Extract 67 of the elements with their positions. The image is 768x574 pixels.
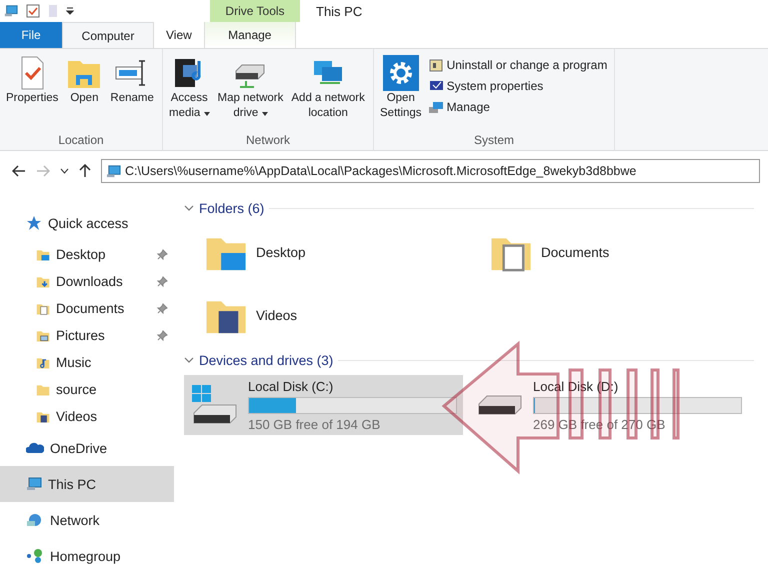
- sidebar-item[interactable]: Videos: [0, 403, 174, 430]
- folder-icon: [36, 410, 50, 424]
- ribbon-tab[interactable]: Manage: [204, 22, 296, 48]
- folder-item[interactable]: Documents: [469, 221, 754, 284]
- cloud-icon: [26, 442, 44, 454]
- settings-icon: [382, 55, 419, 91]
- back-arrow-icon[interactable]: [12, 165, 26, 177]
- group-label: Network: [244, 132, 291, 149]
- chevron-icon[interactable]: [60, 168, 69, 174]
- group-label: System: [472, 132, 515, 149]
- drive-tools-label: Drive Tools: [210, 0, 300, 22]
- sidebar-item[interactable]: Downloads: [0, 268, 174, 295]
- ribbon-button[interactable]: Map network drive: [216, 53, 286, 130]
- sidebar-item[interactable]: Music: [0, 349, 174, 376]
- drive-name: Local Disk (D:): [533, 378, 620, 394]
- ribbon-button[interactable]: Access media: [167, 53, 212, 130]
- pin-icon[interactable]: [157, 276, 168, 287]
- up-arrow-icon[interactable]: [79, 164, 91, 178]
- sidebar-item[interactable]: This PC: [0, 466, 174, 502]
- dropdown-icon[interactable]: [66, 7, 74, 15]
- sidebar-item[interactable]: Network: [0, 502, 174, 538]
- address-field[interactable]: C:\Users\%username%\AppData\Local\Packages\Microsoft.MicrosoftEdge_8wekyb3d8bbwe: [101, 159, 760, 183]
- caret-icon: [262, 112, 268, 116]
- folder-icon: [36, 356, 50, 370]
- pin-icon[interactable]: [157, 330, 168, 341]
- ribbon-button[interactable]: Rename: [108, 53, 156, 130]
- section-heading[interactable]: Devices and drives (3): [199, 352, 334, 368]
- checkbox-icon[interactable]: [26, 4, 40, 18]
- ribbon-tab[interactable]: View: [154, 22, 204, 48]
- program-box-icon: [428, 57, 444, 73]
- drive-name: Local Disk (C:): [248, 378, 334, 394]
- ribbon-button[interactable]: Properties: [4, 53, 60, 130]
- folder-icon: [36, 274, 50, 288]
- computer-icon: [4, 4, 18, 18]
- ribbon-tab[interactable]: File: [0, 22, 62, 48]
- caret-icon: [204, 112, 210, 116]
- section-heading[interactable]: Folders (6): [199, 200, 264, 216]
- network-icon: [26, 512, 44, 528]
- ribbon-tab[interactable]: Computer: [62, 22, 154, 48]
- folder-item[interactable]: Desktop: [184, 221, 469, 284]
- drive-tile[interactable]: Local Disk (C:) 150 GB free of 194 GB: [184, 375, 463, 435]
- star-icon: [26, 215, 42, 231]
- window-title: This PC: [315, 2, 362, 20]
- ribbon-button[interactable]: Manage: [428, 99, 608, 115]
- computer-icon: [26, 476, 42, 492]
- folder-item[interactable]: Videos: [184, 284, 469, 347]
- sidebar-item[interactable]: source: [0, 376, 174, 403]
- ribbon-button[interactable]: Uninstall or change a program: [428, 57, 608, 73]
- folder-icon: [36, 302, 50, 316]
- ribbon-button[interactable]: Add a network location: [289, 53, 367, 130]
- ribbon-button[interactable]: System properties: [428, 78, 608, 94]
- ribbon-button[interactable]: Open Settings: [378, 53, 424, 130]
- sidebar-item[interactable]: Pictures: [0, 322, 174, 349]
- ribbon-button[interactable]: Open: [64, 53, 104, 130]
- sidebar-item[interactable]: Documents: [0, 295, 174, 322]
- free-space-text: 150 GB free of 194 GB: [248, 416, 382, 432]
- sidebar-item[interactable]: OneDrive: [0, 430, 174, 466]
- sidebar-item[interactable]: Desktop: [0, 241, 174, 268]
- computer-icon: [106, 164, 121, 178]
- sidebar-item[interactable]: Quick access: [0, 205, 174, 241]
- sidebar-item[interactable]: Homegroup: [0, 538, 174, 574]
- folder-icon: [36, 248, 50, 262]
- group-label: Location: [57, 132, 105, 149]
- folder-icon: [36, 328, 50, 342]
- folder-icon: [36, 382, 50, 396]
- pin-icon[interactable]: [157, 303, 168, 314]
- pin-icon[interactable]: [157, 249, 168, 260]
